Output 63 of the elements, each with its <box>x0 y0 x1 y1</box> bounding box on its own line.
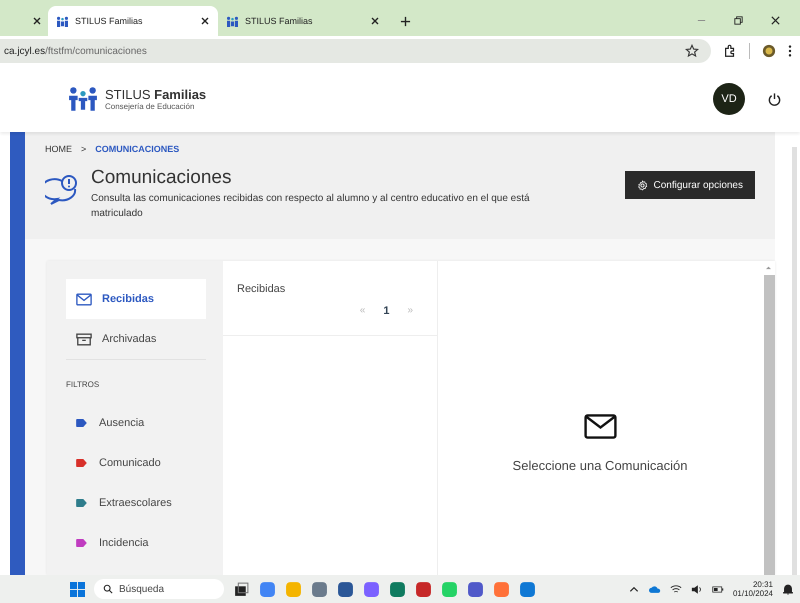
page-scrollbar[interactable] <box>792 147 797 575</box>
speech-bubble-icon <box>45 173 79 205</box>
family-logo-icon <box>68 86 98 112</box>
filter-item[interactable]: Comunicado <box>66 443 206 483</box>
app-icon[interactable] <box>519 580 536 598</box>
windows-logo-icon[interactable] <box>70 582 85 596</box>
app-icon[interactable] <box>389 580 406 598</box>
nav-item[interactable]: Archivadas <box>66 319 206 359</box>
power-icon[interactable] <box>767 92 782 106</box>
gear-icon <box>636 180 648 190</box>
family-icon <box>56 16 69 26</box>
browser-tab[interactable]: STILUS Familias <box>218 6 388 36</box>
configure-button[interactable]: Configurar opciones <box>624 171 755 199</box>
breadcrumb-link[interactable]: HOME <box>45 144 72 154</box>
brand-name: STILUS Familias <box>105 87 206 102</box>
clock-date[interactable]: 01/10/2024 <box>732 589 773 598</box>
app-icon[interactable] <box>259 580 276 598</box>
battery-icon[interactable] <box>712 584 724 594</box>
new-tab-icon[interactable] <box>400 16 411 27</box>
cloud-icon[interactable] <box>648 584 661 594</box>
page-title: Comunicaciones <box>91 167 232 189</box>
app-icon[interactable] <box>311 580 328 598</box>
close-icon[interactable] <box>770 15 781 26</box>
filter-item[interactable]: Incidencia <box>66 523 206 563</box>
search-icon <box>103 584 113 594</box>
puzzle-icon[interactable] <box>723 44 737 58</box>
archive-box-icon <box>76 332 92 346</box>
taskbar-search-field[interactable]: Búsqueda <box>94 579 224 599</box>
close-icon[interactable] <box>200 16 210 26</box>
brand-subtitle: Consejería de Educación <box>105 102 196 111</box>
envelope-icon <box>76 292 92 306</box>
speaker-icon[interactable] <box>690 584 703 594</box>
page-description: Consulta las comunicaciones recibidas con respecto al alumno y al centro educativo en el que está matriculado <box>91 192 531 221</box>
app-icon[interactable] <box>467 580 484 598</box>
list-title: Recibidas <box>237 283 286 295</box>
task-view-icon[interactable] <box>233 580 250 598</box>
address-bar[interactable]: ca.jcyl.es/ftstfm/comunicaciones <box>0 39 711 63</box>
family-icon <box>226 16 239 26</box>
close-icon[interactable] <box>32 16 42 26</box>
restore-icon[interactable] <box>733 15 744 26</box>
clock-time[interactable]: 20:31 <box>752 580 773 589</box>
notification-icon[interactable] <box>782 584 794 594</box>
wifi-icon[interactable] <box>670 584 682 594</box>
breadcrumb-link[interactable]: COMUNICACIONES <box>95 144 180 154</box>
scroll-up-arrow-icon[interactable] <box>765 265 772 270</box>
user-avatar[interactable]: VD <box>713 83 745 115</box>
envelope-icon <box>584 414 616 439</box>
nav-item[interactable]: Recibidas <box>66 279 206 319</box>
more-icon[interactable] <box>788 44 792 58</box>
filters-heading: FILTROS <box>66 380 100 389</box>
app-icon[interactable] <box>415 580 432 598</box>
close-icon[interactable] <box>370 16 380 26</box>
scrollbar[interactable] <box>764 275 775 575</box>
page-number[interactable]: 1 <box>383 305 390 317</box>
breadcrumb-separator: > <box>81 144 86 154</box>
app-icon[interactable] <box>363 580 380 598</box>
filter-item[interactable]: Ausencia <box>66 403 206 443</box>
star-icon[interactable] <box>685 44 699 58</box>
app-icon[interactable] <box>337 580 354 598</box>
filter-item[interactable]: Extraescolares <box>66 483 206 523</box>
empty-message: Seleccione una Comunicación <box>512 458 688 473</box>
profile-icon[interactable] <box>762 44 776 58</box>
browser-tab[interactable]: STILUS Familias <box>48 6 218 36</box>
